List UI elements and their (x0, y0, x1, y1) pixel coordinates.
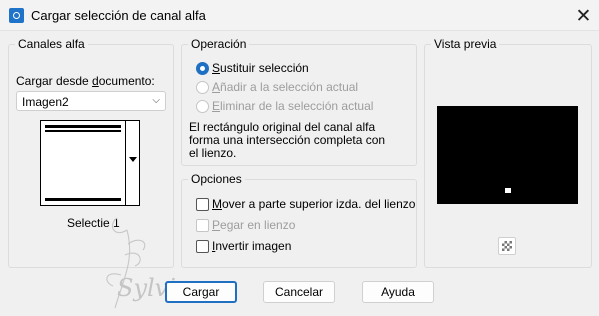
invert-image-checkbox[interactable] (196, 240, 209, 253)
options-title: Opciones (188, 172, 245, 186)
paste-on-canvas-checkbox[interactable] (196, 219, 209, 232)
thumbnail-line (45, 198, 121, 201)
document-select-value: Imagen2 (22, 95, 69, 109)
channel-dropdown-button[interactable] (125, 121, 139, 205)
transparency-checker-icon[interactable] (498, 237, 516, 255)
close-button[interactable]: ✕ (568, 0, 599, 31)
operation-note-line: forma una intersección completa con (189, 133, 386, 147)
load-from-document-label: Cargar desde documento: (16, 74, 155, 88)
operation-note-line: el lienzo. (189, 146, 237, 160)
document-select[interactable]: Imagen2 ⌵ (16, 91, 166, 111)
window-title: Cargar selección de canal alfa (31, 8, 206, 23)
radio-remove-label: Eliminar de la selección actual (212, 99, 374, 113)
chevron-down-icon: ⌵ (152, 95, 160, 106)
title-bar: Cargar selección de canal alfa ✕ (0, 0, 599, 31)
move-to-top-left-checkbox[interactable] (196, 198, 209, 211)
help-button[interactable]: Ayuda (362, 281, 434, 303)
channel-thumbnail[interactable] (40, 120, 140, 206)
operation-note-line: El rectángulo original del canal alfa (189, 120, 376, 134)
radio-add-label: Añadir a la selección actual (212, 80, 359, 94)
paste-on-canvas-label: Pegar en lienzo (212, 218, 296, 232)
radio-replace-selection[interactable] (196, 62, 209, 75)
operation-title: Operación (188, 37, 250, 51)
preview-title: Vista previa (431, 37, 500, 51)
radio-add-selection[interactable] (196, 81, 209, 94)
alpha-channels-title: Canales alfa (15, 37, 88, 51)
radio-replace-label: Sustituir selección (212, 61, 309, 75)
cancel-button[interactable]: Cancelar (263, 281, 335, 303)
preview-selection-marker (505, 188, 511, 193)
close-icon[interactable]: ✕ (576, 5, 592, 27)
preview-canvas (437, 106, 578, 204)
move-to-top-left-label: Mover a parte superior izda. del lienzo (212, 197, 416, 211)
load-button[interactable]: Cargar (165, 281, 237, 303)
thumbnail-line (45, 125, 121, 128)
thumbnail-line (45, 130, 121, 132)
channel-name: Selectie 1 (67, 216, 120, 230)
invert-image-label: Invertir imagen (212, 239, 292, 253)
app-icon (9, 8, 24, 23)
radio-remove-selection[interactable] (196, 100, 209, 113)
